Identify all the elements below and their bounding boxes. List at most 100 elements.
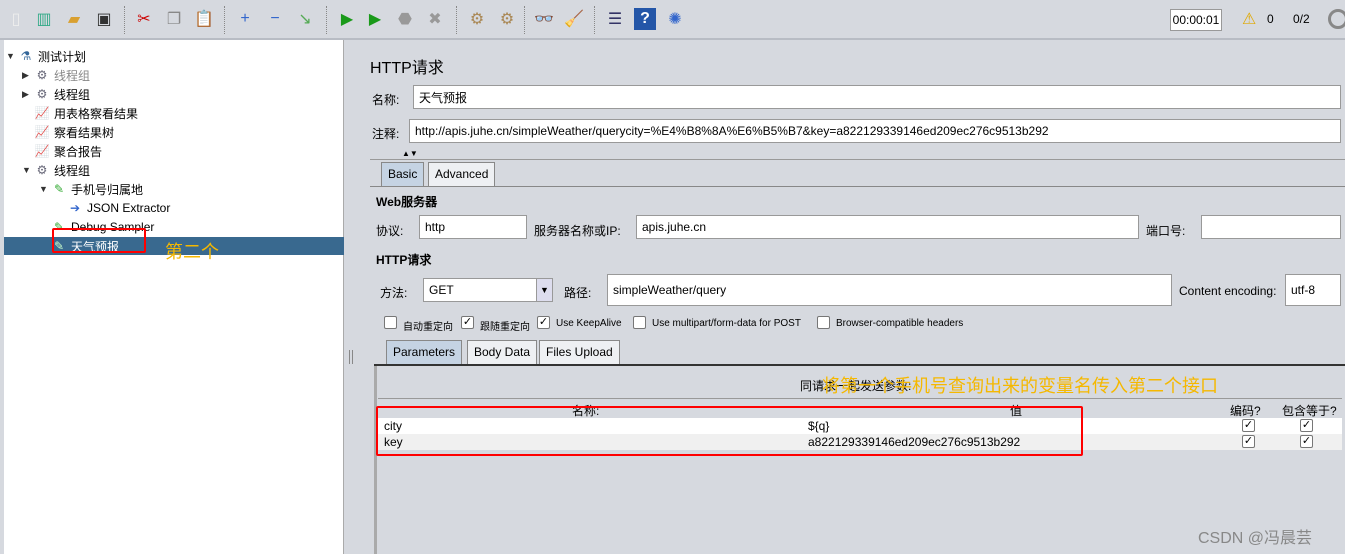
toolbar-separator bbox=[224, 6, 225, 34]
save-icon[interactable]: ▣ bbox=[93, 8, 115, 30]
toggle-icon[interactable]: ↘ bbox=[294, 8, 316, 30]
tree-item[interactable]: ➔ JSON Extractor bbox=[67, 199, 170, 217]
thread-group-icon: ⚙ bbox=[36, 68, 48, 82]
expand-icon[interactable]: + bbox=[234, 8, 256, 30]
toolbar-separator bbox=[594, 6, 595, 34]
collapse-toggle-icon[interactable]: ▼ bbox=[39, 184, 48, 194]
tab-files-upload[interactable]: Files Upload bbox=[539, 340, 620, 364]
comment-input[interactable] bbox=[409, 119, 1341, 143]
tree-item[interactable]: ✎ 手机号归属地 bbox=[51, 180, 143, 198]
include-equals-checkbox[interactable]: ✓ bbox=[1300, 435, 1313, 448]
method-select[interactable]: GET ▼ bbox=[423, 278, 553, 302]
remote-status-icon bbox=[1328, 9, 1345, 29]
paste-icon[interactable]: 📋 bbox=[193, 8, 215, 30]
highlight-box bbox=[376, 406, 1083, 456]
checkbox[interactable] bbox=[384, 316, 397, 329]
listener-icon: 📈 bbox=[34, 144, 50, 158]
expand-toggle-icon[interactable]: ▶ bbox=[22, 70, 29, 81]
encode-checkbox[interactable]: ✓ bbox=[1242, 435, 1255, 448]
tree-item-label: 测试计划 bbox=[38, 49, 87, 64]
column-include-equals[interactable]: 包含等于? bbox=[1282, 402, 1337, 419]
tree-item[interactable]: ⚙ 线程组 bbox=[34, 85, 90, 103]
elapsed-timer: 00:00:01 bbox=[1170, 9, 1222, 31]
copy-icon[interactable]: ❐ bbox=[163, 8, 185, 30]
tab-parameters[interactable]: Parameters bbox=[386, 340, 463, 364]
encoding-label: Content encoding: bbox=[1179, 284, 1277, 298]
tab-advanced[interactable]: Advanced bbox=[428, 162, 496, 186]
checkbox-label: Browser-compatible headers bbox=[836, 318, 964, 329]
splitter[interactable] bbox=[344, 40, 358, 554]
tree-item-label: 察看结果树 bbox=[54, 125, 115, 140]
stop-icon[interactable]: ⬣ bbox=[394, 8, 416, 30]
open-icon[interactable]: ▰ bbox=[63, 8, 85, 30]
warning-count: 0 bbox=[1267, 12, 1274, 26]
protocol-label: 协议: bbox=[376, 224, 404, 238]
toolbar-separator bbox=[326, 6, 327, 34]
cut-icon[interactable]: ✂ bbox=[133, 8, 155, 30]
thread-count: 0/2 bbox=[1293, 12, 1310, 26]
test-plan-tree: ▼ ⚗ 测试计划 ▶ ⚙ 线程组 ▶ ⚙ 线程组 📈 用表格察看结果 📈 察看结果树 📈 聚合报告 ▼ ⚙ 线程组… bbox=[4, 40, 344, 554]
sampler-icon: ✎ bbox=[53, 182, 65, 196]
server-input[interactable] bbox=[636, 215, 1139, 239]
warning-icon[interactable]: ⚠ bbox=[1242, 9, 1256, 29]
start-no-pause-icon[interactable]: ▶ bbox=[364, 8, 386, 30]
port-label: 端口号: bbox=[1146, 224, 1186, 238]
checkbox-label: Use KeepAlive bbox=[556, 318, 622, 329]
annotation-pass-variable: 将第一个手机号查询出来的变量名传入第二个接口 bbox=[822, 376, 1218, 396]
listener-icon: 📈 bbox=[34, 125, 50, 139]
collapse-arrows[interactable]: ▲▼ bbox=[402, 149, 418, 158]
encoding-input[interactable] bbox=[1285, 274, 1341, 306]
chevron-down-icon[interactable]: ▼ bbox=[536, 279, 552, 301]
tab-basic[interactable]: Basic bbox=[381, 162, 425, 186]
clear-all-icon[interactable]: ⚙ bbox=[496, 8, 518, 30]
include-equals-checkbox[interactable]: ✓ bbox=[1300, 419, 1313, 432]
encode-checkbox[interactable]: ✓ bbox=[1242, 419, 1255, 432]
tree-item[interactable]: ⚗ 测试计划 bbox=[18, 47, 86, 65]
checkbox[interactable]: ✓ bbox=[461, 316, 474, 329]
tree-item-label: 手机号归属地 bbox=[71, 182, 144, 197]
column-encode[interactable]: 编码? bbox=[1230, 402, 1261, 419]
clear-icon[interactable]: ⚙ bbox=[466, 8, 488, 30]
thread-group-icon: ⚙ bbox=[36, 87, 48, 101]
thread-group-icon: ⚙ bbox=[36, 163, 48, 177]
port-input[interactable] bbox=[1201, 215, 1341, 239]
reset-search-icon[interactable]: 🧹 bbox=[563, 8, 585, 30]
tree-item-label: 线程组 bbox=[54, 163, 91, 178]
tree-item[interactable]: 📈 聚合报告 bbox=[34, 142, 103, 160]
expand-toggle-icon[interactable]: ▶ bbox=[22, 89, 29, 100]
collapse-icon[interactable]: − bbox=[264, 8, 286, 30]
shutdown-icon[interactable]: ✖ bbox=[424, 8, 446, 30]
templates-icon[interactable]: ▥ bbox=[33, 8, 55, 30]
panel-title: HTTP请求 bbox=[370, 60, 444, 77]
tree-item[interactable]: ⚙ 线程组 bbox=[34, 161, 90, 179]
new-icon[interactable]: ▯ bbox=[5, 8, 27, 30]
path-input[interactable] bbox=[607, 274, 1172, 306]
tab-body-data[interactable]: Body Data bbox=[467, 340, 538, 364]
toolbar-separator bbox=[524, 6, 525, 34]
tree-item[interactable]: 📈 用表格察看结果 bbox=[34, 104, 139, 122]
tree-item-label: 用表格察看结果 bbox=[54, 106, 139, 121]
checkbox[interactable] bbox=[817, 316, 830, 329]
tree-item[interactable]: 📈 察看结果树 bbox=[34, 123, 115, 141]
protocol-input[interactable] bbox=[419, 215, 527, 239]
checkbox[interactable] bbox=[633, 316, 646, 329]
server-label: 服务器名称或IP: bbox=[534, 224, 621, 238]
start-icon[interactable]: ▶ bbox=[336, 8, 358, 30]
collapse-toggle-icon[interactable]: ▼ bbox=[6, 51, 15, 61]
highlight-box bbox=[52, 228, 146, 253]
annotation-second: 第二个 bbox=[165, 242, 219, 262]
help-icon[interactable]: ? bbox=[634, 8, 656, 30]
tree-item[interactable]: ⚙ 线程组 bbox=[34, 66, 90, 84]
web-server-section: Web服务器 bbox=[376, 195, 438, 209]
watermark: CSDN @冯晨芸 bbox=[1198, 530, 1313, 547]
tree-item-label: 聚合报告 bbox=[54, 144, 103, 159]
collapse-toggle-icon[interactable]: ▼ bbox=[22, 165, 31, 175]
toolbar: ▯ ▥ ▰ ▣ ✂ ❐ 📋 + − ↘ ▶ ▶ ⬣ ✖ ⚙ ⚙ 👓 🧹 ☰? ✺ bbox=[0, 0, 1345, 40]
comment-label: 注释: bbox=[372, 127, 400, 141]
name-label: 名称: bbox=[372, 93, 400, 107]
checkbox[interactable]: ✓ bbox=[537, 316, 550, 329]
remote-icon[interactable]: ✺ bbox=[664, 8, 686, 30]
name-input[interactable] bbox=[413, 85, 1341, 109]
function-helper-icon[interactable]: ☰ bbox=[604, 8, 626, 30]
search-icon[interactable]: 👓 bbox=[533, 8, 555, 30]
